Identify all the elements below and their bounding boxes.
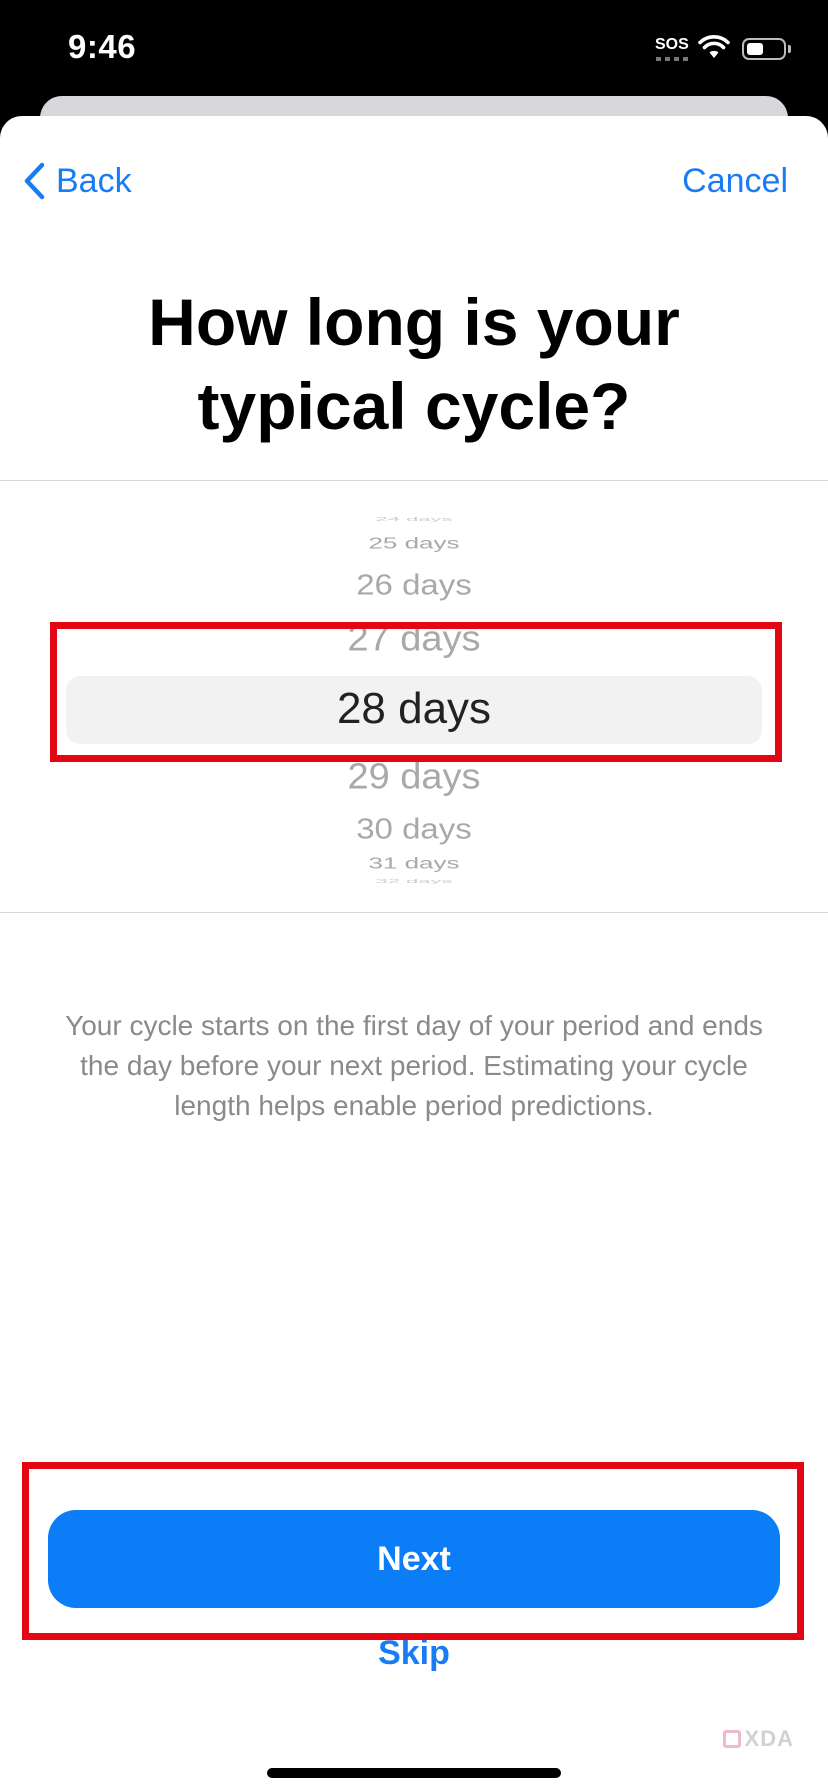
picker-top-divider xyxy=(0,480,828,481)
battery-level xyxy=(747,43,763,55)
battery-tip xyxy=(788,45,791,53)
page-title-line-1: How long is your xyxy=(148,285,680,359)
chevron-left-icon xyxy=(24,162,45,200)
cancel-button[interactable]: Cancel xyxy=(682,156,788,206)
wifi-icon xyxy=(698,35,730,58)
picker-option[interactable]: 25 days xyxy=(0,534,828,553)
xda-logo-icon xyxy=(722,1730,741,1748)
home-indicator[interactable] xyxy=(267,1768,561,1778)
picker-option[interactable]: 30 days xyxy=(0,812,828,845)
picker-highlight-annotation xyxy=(50,622,782,762)
battery-icon xyxy=(742,38,786,60)
picker-option[interactable]: 29 days xyxy=(0,757,828,798)
back-button[interactable]: Back xyxy=(22,156,132,206)
back-label: Back xyxy=(56,161,132,200)
status-time: 9:46 xyxy=(68,28,137,65)
status-bar: 9:46 SOS xyxy=(0,0,828,110)
next-button-annotation xyxy=(22,1462,804,1640)
picker-bottom-divider xyxy=(0,912,828,913)
xda-watermark: XDA xyxy=(722,1726,794,1752)
picker-option[interactable]: 24 days xyxy=(0,516,828,523)
picker-option[interactable]: 26 days xyxy=(0,568,828,601)
sos-indicator: SOS xyxy=(655,36,689,53)
signal-dots-icon xyxy=(656,57,688,61)
picker-option[interactable]: 31 days xyxy=(0,854,828,873)
page-title: How long is your typical cycle? xyxy=(0,280,828,448)
cycle-description: Your cycle starts on the first day of yo… xyxy=(65,1010,763,1121)
page-title-line-2: typical cycle? xyxy=(197,369,631,443)
watermark-text: XDA xyxy=(744,1726,794,1751)
picker-option[interactable]: 32 days xyxy=(0,878,828,885)
